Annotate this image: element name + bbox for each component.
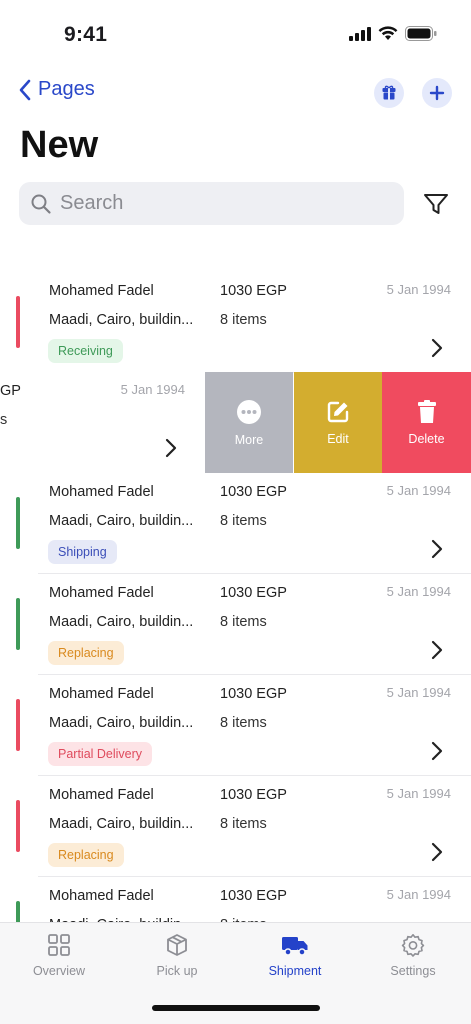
customer-name: Mohamed Fadel	[49, 484, 154, 500]
status-badge: Replacing	[48, 641, 124, 665]
order-date: 5 Jan 1994	[386, 786, 451, 801]
item-count: 8 items	[220, 312, 267, 328]
customer-name: Mohamed Fadel	[49, 585, 154, 601]
more-label: More	[234, 432, 264, 447]
more-button[interactable]: More	[205, 372, 293, 473]
edit-icon	[327, 401, 349, 422]
customer-address: Maadi, Cairo, buildin...	[49, 513, 194, 529]
customer-name: Mohamed Fadel	[49, 888, 154, 904]
order-date: 5 Jan 1994	[386, 483, 451, 498]
customer-name: Mohamed Fadel	[49, 283, 154, 299]
list-item[interactable]: Mohamed Fadel Maadi, Cairo, buildin... 1…	[0, 776, 471, 877]
status-indicator	[16, 699, 20, 751]
search-input[interactable]	[60, 192, 360, 215]
order-amount: GP	[0, 383, 21, 399]
status-indicator	[16, 497, 20, 549]
grid-icon	[48, 934, 70, 956]
status-icons	[349, 26, 437, 41]
list-item[interactable]: Mohamed Fadel Maadi, Cairo, buildin... 1…	[0, 473, 471, 574]
edit-label: Edit	[327, 431, 349, 446]
nav-bar: Pages	[0, 72, 471, 114]
item-count: 8 items	[220, 715, 267, 731]
order-date: 5 Jan 1994	[386, 887, 451, 902]
list-item-content[interactable]: GP s 5 Jan 1994	[0, 372, 205, 473]
order-amount: 1030 EGP	[220, 787, 287, 803]
filter-icon[interactable]	[422, 190, 450, 218]
home-indicator	[152, 1005, 320, 1011]
page-title: New	[20, 124, 99, 166]
add-button[interactable]	[422, 78, 452, 108]
chevron-right-icon	[431, 539, 443, 559]
order-amount: 1030 EGP	[220, 686, 287, 702]
order-amount: 1030 EGP	[220, 484, 287, 500]
item-count: s	[0, 412, 8, 428]
edit-button[interactable]: Edit	[294, 372, 382, 473]
search-icon	[31, 194, 51, 214]
back-label: Pages	[38, 78, 95, 100]
delete-label: Delete	[408, 431, 445, 446]
status-badge: Receiving	[48, 339, 123, 363]
signal-icon	[349, 26, 371, 41]
chevron-left-icon	[19, 79, 31, 100]
wifi-icon	[378, 26, 398, 40]
chevron-right-icon	[431, 741, 443, 761]
chevron-right-icon	[431, 338, 443, 358]
chevron-right-icon	[165, 438, 177, 458]
battery-icon	[405, 26, 437, 41]
list-item[interactable]: Mohamed Fadel Maadi, Cairo, buildin... 1…	[0, 675, 471, 776]
tab-settings[interactable]: Settings	[363, 933, 463, 978]
item-count: 8 items	[220, 816, 267, 832]
plus-icon	[429, 85, 445, 101]
list-item[interactable]: Mohamed Fadel Maadi, Cairo, buildin... 1…	[0, 272, 471, 373]
tab-shipment[interactable]: Shipment	[245, 933, 345, 978]
customer-address: Maadi, Cairo, buildin...	[49, 614, 194, 630]
order-date: 5 Jan 1994	[386, 584, 451, 599]
customer-address: Maadi, Cairo, buildin...	[49, 715, 194, 731]
order-amount: 1030 EGP	[220, 283, 287, 299]
status-badge: Partial Delivery	[48, 742, 153, 766]
list-item[interactable]: Mohamed Fadel Maadi, Cairo, buildin... 1…	[0, 574, 471, 675]
package-button[interactable]	[374, 78, 404, 108]
status-time: 9:41	[64, 23, 108, 46]
tab-label: Pick up	[156, 964, 198, 978]
order-amount: 1030 EGP	[220, 585, 287, 601]
order-date: 5 Jan 1994	[386, 282, 451, 297]
gear-icon	[401, 934, 425, 957]
status-indicator	[16, 296, 20, 348]
tab-pick-up[interactable]: Pick up	[127, 933, 227, 978]
customer-name: Mohamed Fadel	[49, 686, 154, 702]
tab-label: Overview	[32, 964, 86, 978]
chevron-right-icon	[431, 640, 443, 660]
status-badge: Replacing	[48, 843, 124, 867]
more-icon	[237, 399, 261, 424]
package-icon	[382, 85, 396, 100]
order-date: 5 Jan 1994	[386, 685, 451, 700]
status-bar: 9:41	[0, 0, 471, 60]
trash-icon	[417, 399, 436, 423]
swiped-list-item[interactable]: GP s 5 Jan 1994 More Edit Delete	[0, 372, 471, 473]
tab-label: Settings	[390, 964, 436, 978]
tab-label: Shipment	[268, 964, 322, 978]
customer-name: Mohamed Fadel	[49, 787, 154, 803]
customer-address: Maadi, Cairo, buildin...	[49, 312, 194, 328]
item-count: 8 items	[220, 513, 267, 529]
tab-overview[interactable]: Overview	[9, 933, 109, 978]
search-field[interactable]	[19, 182, 404, 225]
item-count: 8 items	[220, 614, 267, 630]
status-indicator	[16, 598, 20, 650]
box-icon	[167, 934, 187, 956]
status-badge: Shipping	[48, 540, 117, 564]
truck-icon	[282, 937, 308, 956]
customer-address: Maadi, Cairo, buildin...	[49, 816, 194, 832]
status-indicator	[16, 800, 20, 852]
delete-button[interactable]: Delete	[382, 372, 471, 473]
order-date: 5 Jan 1994	[120, 382, 185, 397]
chevron-right-icon	[431, 842, 443, 862]
back-button[interactable]: Pages	[18, 78, 95, 101]
order-amount: 1030 EGP	[220, 888, 287, 904]
